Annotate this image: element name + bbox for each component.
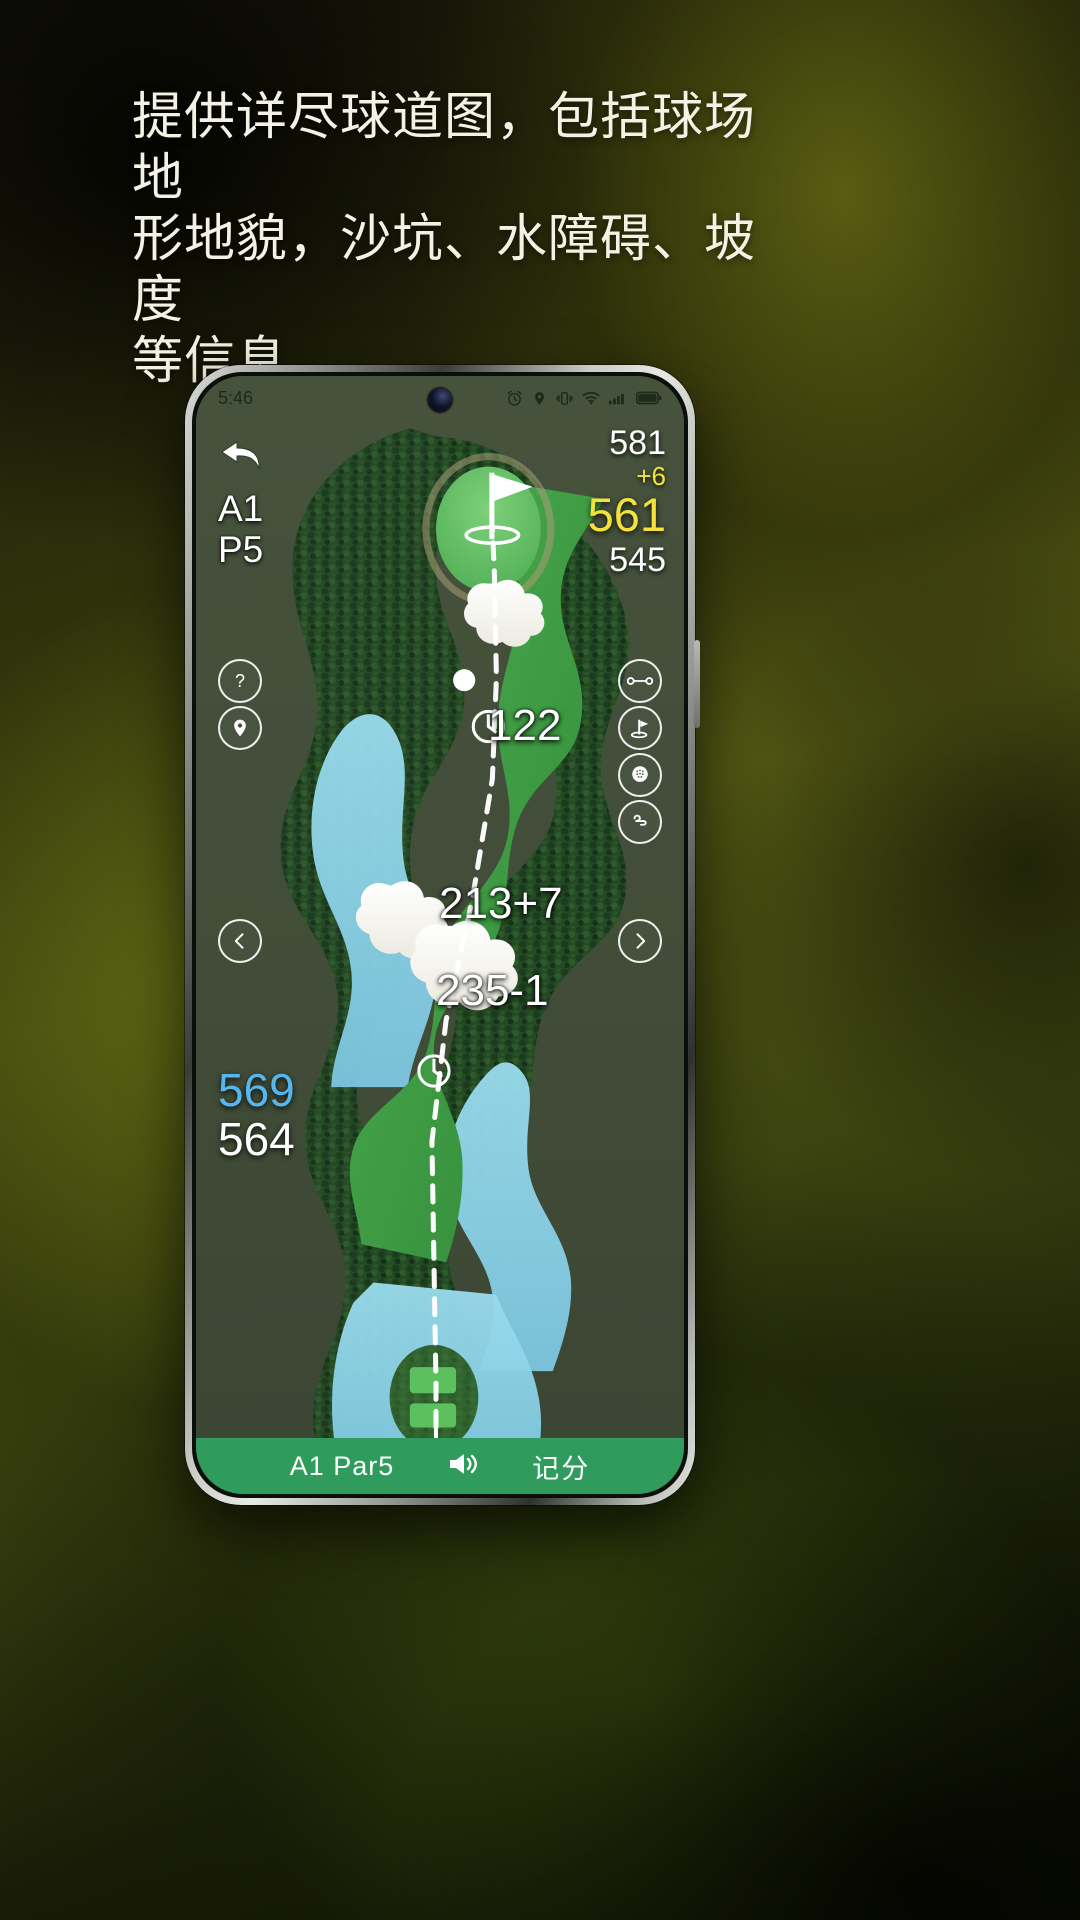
measure-button[interactable]: [618, 659, 662, 703]
chevron-right-icon: [630, 931, 650, 951]
phone-bezel: 5:46 A1 P5 581 +6 561 545 122 213+7 235-…: [192, 372, 688, 1498]
alarm-icon: [506, 390, 523, 407]
back-arrow-icon[interactable]: [218, 428, 268, 478]
tee-distance-readout: 569 564: [218, 1066, 295, 1164]
app-screen: 5:46 A1 P5 581 +6 561 545 122 213+7 235-…: [196, 376, 684, 1494]
green-view-button[interactable]: [618, 753, 662, 797]
wind-button[interactable]: [618, 800, 662, 844]
wind-icon: [629, 811, 651, 833]
measure-line-icon: [627, 673, 653, 689]
hole-par-label: P5: [218, 529, 264, 570]
tee-distance-primary: 569: [218, 1064, 295, 1116]
map-pin-icon: [230, 716, 250, 740]
flag-icon: [629, 716, 651, 740]
help-button[interactable]: ?: [218, 659, 262, 703]
camera-punch-hole: [428, 388, 452, 412]
vibrate-icon: [556, 391, 573, 406]
bottom-toolbar: A1 Par5 记分: [196, 1438, 684, 1494]
distance-back: 581: [609, 424, 666, 462]
next-hole-button[interactable]: [618, 919, 662, 963]
golf-ball-icon: [629, 764, 651, 786]
signal-icon: [609, 391, 627, 405]
distance-front: 545: [609, 541, 666, 579]
hole-number-label: A1: [218, 488, 264, 529]
promo-headline: 提供详尽球道图，包括球场地 形地貌，沙坑、水障碍、坡度 等信息。: [132, 88, 757, 389]
distance-readout[interactable]: 581 +6 561 545: [588, 424, 666, 580]
previous-hole-button[interactable]: [218, 919, 262, 963]
layup-distance-label: 235-1: [436, 966, 549, 1015]
phone-mockup: 5:46 A1 P5 581 +6 561 545 122 213+7 235-…: [185, 365, 700, 1505]
phone-side-button: [694, 640, 700, 728]
question-mark-icon: ?: [228, 669, 252, 693]
speaker-icon: [446, 1450, 480, 1483]
status-icon-group: [506, 390, 662, 407]
bottom-hole-par-label: A1 Par5: [289, 1450, 395, 1481]
svg-text:?: ?: [235, 671, 245, 691]
carry-distance-label: 213+7: [439, 879, 563, 928]
battery-icon: [636, 391, 662, 405]
location-button[interactable]: [218, 706, 262, 750]
sound-button[interactable]: [446, 1450, 480, 1483]
pin-position-button[interactable]: [618, 706, 662, 750]
chevron-left-icon: [230, 931, 250, 951]
scorecard-button[interactable]: 记分: [532, 1447, 590, 1486]
tee-distance-secondary: 564: [218, 1113, 295, 1165]
wifi-icon: [582, 391, 600, 405]
distance-to-pin-label: 122: [488, 701, 562, 750]
location-icon: [532, 390, 547, 407]
distance-center: 561: [587, 488, 666, 541]
distance-delta: +6: [636, 461, 666, 491]
status-time: 5:46: [218, 387, 254, 408]
